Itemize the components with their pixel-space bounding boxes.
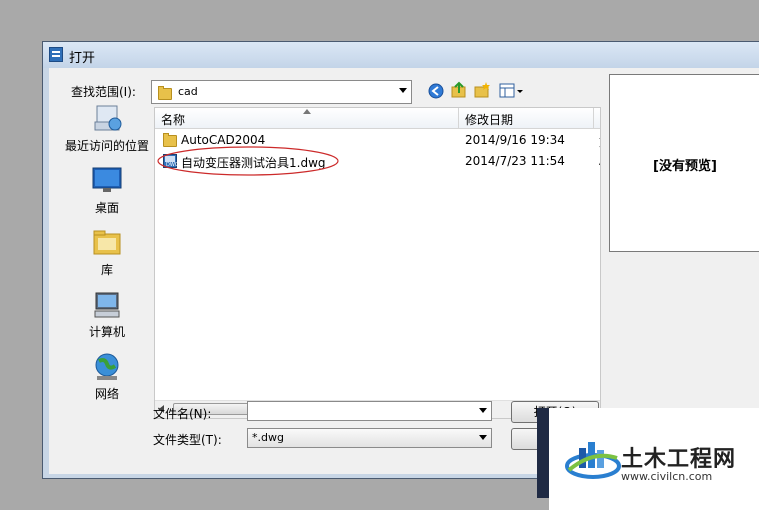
watermark-edge (537, 408, 549, 498)
filename-input[interactable] (247, 401, 492, 421)
file-date: 2014/9/16 19:34 (465, 133, 565, 147)
desktop-icon (91, 166, 123, 196)
preview-text: [没有预览] (653, 159, 717, 174)
new-folder-button[interactable] (473, 81, 491, 99)
lookin-label: 查找范围(I): (71, 85, 136, 99)
recent-places-icon (91, 104, 123, 134)
file-type-cell: 文 (599, 133, 600, 150)
view-menu-button[interactable] (499, 82, 525, 100)
up-folder-icon (451, 81, 466, 98)
column-header: 名称 修改日期 ≣ (155, 108, 600, 129)
place-label: 库 (100, 263, 113, 277)
column-third-header[interactable]: ≣ (599, 111, 600, 125)
library-icon (91, 228, 123, 258)
new-folder-icon (474, 82, 490, 98)
column-date-header[interactable]: 修改日期 (465, 111, 513, 128)
network-icon (91, 352, 123, 382)
column-name-header[interactable]: 名称 (161, 111, 185, 128)
view-grid-icon (499, 83, 523, 98)
chevron-down-icon[interactable] (479, 408, 487, 413)
file-list[interactable]: 名称 修改日期 ≣ AutoCAD2004 2014/9/16 19:34 文 … (154, 107, 601, 419)
place-network[interactable]: 网络 (61, 352, 153, 402)
watermark-name: 土木工程网 (621, 447, 737, 472)
lookin-value: cad (178, 85, 198, 98)
file-type-cell: A (599, 154, 600, 168)
back-button[interactable] (427, 82, 445, 100)
filename-label: 文件名(N): (153, 407, 212, 421)
place-computer[interactable]: 计算机 (61, 290, 153, 340)
places-bar: 最近访问的位置 桌面 库 计算机 网络 (61, 104, 153, 404)
preview-pane: [没有预览] (609, 74, 759, 252)
folder-icon (158, 86, 172, 100)
place-label: 最近访问的位置 (64, 139, 149, 153)
watermark-logo: 土木工程网 www.civilcn.com (549, 408, 759, 510)
place-desktop[interactable]: 桌面 (61, 166, 153, 216)
filetype-value: *.dwg (252, 431, 284, 444)
computer-icon (91, 290, 123, 320)
title-bar[interactable]: 打开 (43, 42, 759, 68)
place-label: 桌面 (94, 201, 119, 215)
place-label: 计算机 (88, 325, 125, 339)
lookin-combo[interactable]: cad (151, 80, 412, 104)
chevron-down-icon (479, 435, 487, 440)
dialog-title: 打开 (69, 51, 96, 66)
chevron-down-icon (399, 88, 407, 93)
watermark-url: www.civilcn.com (621, 470, 713, 483)
place-library[interactable]: 库 (61, 228, 153, 278)
civil-logo-icon (565, 442, 621, 479)
place-label: 网络 (94, 387, 119, 401)
dialog-app-icon (49, 47, 63, 62)
file-date: 2014/7/23 11:54 (465, 154, 565, 168)
back-arrow-icon (428, 83, 444, 99)
sort-up-icon (303, 109, 311, 114)
place-recent[interactable]: 最近访问的位置 (61, 104, 153, 154)
filetype-label: 文件类型(T): (153, 433, 222, 447)
up-folder-button[interactable] (450, 81, 468, 99)
highlight-ellipse (157, 146, 339, 176)
column-separator[interactable] (458, 108, 459, 128)
filetype-select[interactable]: *.dwg (247, 428, 492, 448)
column-separator[interactable] (593, 108, 594, 128)
